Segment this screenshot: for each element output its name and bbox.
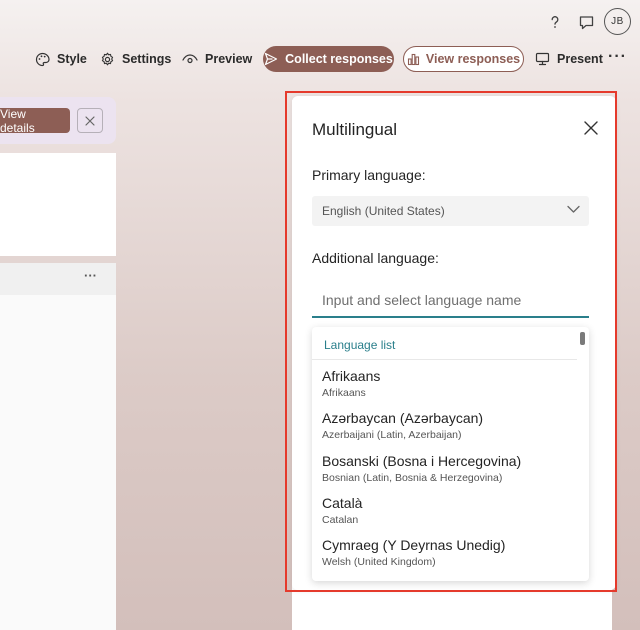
feedback-button[interactable]	[572, 8, 600, 36]
language-search-input[interactable]	[312, 284, 589, 318]
language-item-afrikaans[interactable]: Afrikaans Afrikaans	[322, 368, 572, 399]
gear-icon	[101, 52, 114, 65]
language-name: Bosanski (Bosna i Hercegovina)	[322, 453, 522, 469]
language-item-bosnian[interactable]: Bosanski (Bosna i Hercegovina) Bosnian (…	[322, 453, 572, 484]
view-details-button[interactable]: View details	[0, 107, 70, 135]
language-list-header: Language list	[312, 327, 577, 360]
question-more-button[interactable]: ···	[84, 268, 97, 283]
language-subtitle: Welsh (United Kingdom)	[322, 556, 436, 568]
language-name: Azərbaycan (Azərbaycan)	[322, 410, 484, 426]
language-subtitle: Bosnian (Latin, Bosnia & Herzegovina)	[322, 472, 503, 484]
scrollbar-thumb[interactable]	[580, 332, 585, 345]
panel-close-button[interactable]	[580, 117, 602, 139]
settings-button[interactable]: Settings	[100, 46, 171, 72]
top-bar: JB	[0, 0, 640, 44]
question-card	[0, 263, 116, 630]
question-icon	[551, 16, 559, 28]
collect-responses-label: Collect responses	[285, 52, 393, 66]
view-responses-button[interactable]: View responses	[403, 46, 524, 72]
primary-language-value: English (United States)	[322, 204, 445, 218]
present-button[interactable]: Present	[535, 46, 603, 72]
chart-icon	[407, 53, 419, 65]
language-name: Cymraeg (Y Deyrnas Unedig)	[322, 537, 506, 553]
primary-language-select[interactable]: English (United States)	[312, 196, 589, 226]
collect-responses-button[interactable]: Collect responses	[263, 46, 394, 72]
settings-label: Settings	[122, 52, 172, 66]
language-subtitle: Catalan	[322, 514, 359, 526]
language-item-catalan[interactable]: Català Catalan	[322, 495, 572, 526]
chevron-down-icon	[567, 205, 580, 213]
more-options-button[interactable]: ···	[608, 48, 627, 66]
language-item-welsh[interactable]: Cymraeg (Y Deyrnas Unedig) Welsh (United…	[322, 537, 572, 568]
additional-language-label: Additional language:	[312, 250, 439, 266]
primary-language-label: Primary language:	[312, 167, 426, 183]
style-label: Style	[57, 52, 87, 66]
style-button[interactable]: Style	[35, 46, 87, 72]
palette-icon	[35, 52, 50, 66]
language-name: Afrikaans	[322, 368, 381, 384]
language-name: Català	[322, 495, 363, 511]
panel-title: Multilingual	[312, 120, 398, 139]
view-responses-label: View responses	[425, 52, 521, 66]
preview-button[interactable]: Preview	[182, 46, 252, 72]
avatar[interactable]: JB	[604, 8, 631, 35]
eye-icon	[182, 54, 198, 64]
language-item-azerbaijani[interactable]: Azərbaycan (Azərbaycan) Azerbaijani (Lat…	[322, 410, 572, 441]
preview-label: Preview	[205, 52, 253, 66]
language-list: Language list Afrikaans Afrikaans Azərba…	[312, 327, 589, 581]
help-button[interactable]	[541, 8, 569, 36]
question-card-header	[0, 263, 116, 295]
send-icon	[265, 52, 278, 66]
present-label: Present	[557, 52, 603, 66]
close-icon	[85, 115, 95, 126]
language-subtitle: Afrikaans	[322, 387, 366, 399]
form-card	[0, 153, 116, 256]
present-icon	[535, 52, 550, 66]
comment-icon	[579, 15, 593, 29]
language-subtitle: Azerbaijani (Latin, Azerbaijan)	[322, 429, 462, 441]
notification-close-button[interactable]	[77, 108, 103, 133]
close-icon	[584, 121, 598, 135]
